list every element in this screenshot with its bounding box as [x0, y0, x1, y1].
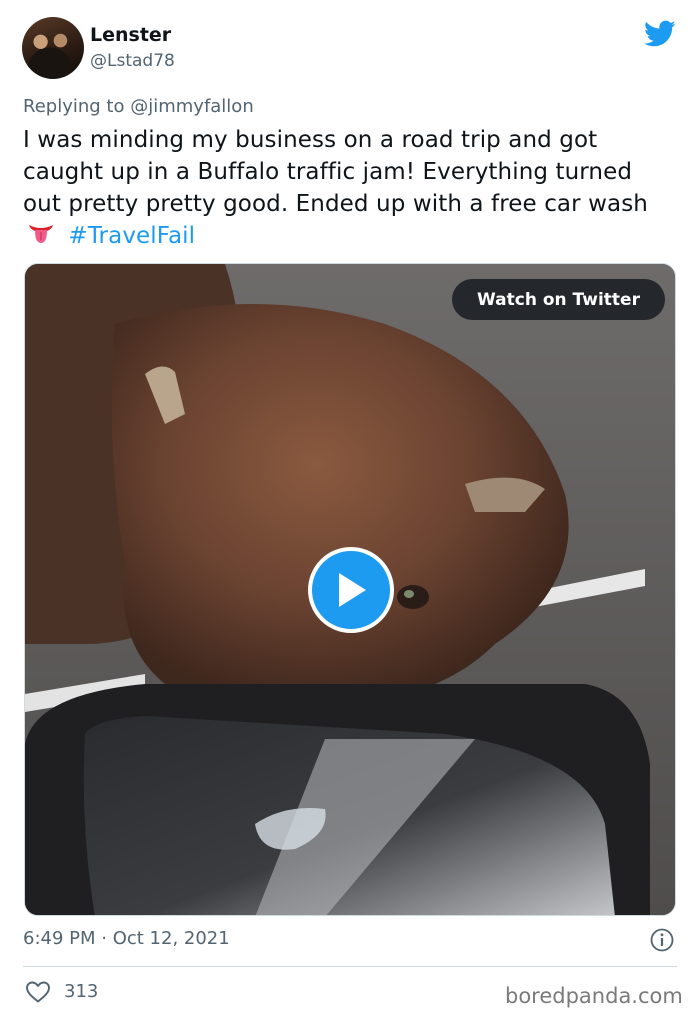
avatar[interactable] — [22, 17, 84, 79]
tongue-emoji-icon — [29, 225, 53, 243]
hashtag-link[interactable]: #TravelFail — [68, 223, 195, 249]
display-name[interactable]: Lenster — [90, 24, 171, 46]
watch-on-twitter-button[interactable]: Watch on Twitter — [452, 279, 665, 320]
tweet-text: I was minding my business on a road trip… — [23, 124, 673, 252]
play-button[interactable] — [308, 547, 394, 633]
like-count: 313 — [64, 981, 99, 1002]
play-icon — [339, 573, 366, 607]
reply-prefix: Replying to — [23, 96, 125, 117]
heart-icon[interactable] — [25, 980, 51, 1004]
divider — [23, 966, 677, 967]
tweet-body: I was minding my business on a road trip… — [23, 127, 648, 217]
tweet-timestamp[interactable]: 6:49 PM · Oct 12, 2021 — [23, 928, 230, 949]
tweet-card: Lenster @Lstad78 Replying to @jimmyfallo… — [0, 0, 700, 1019]
reply-mention-link[interactable]: @jimmyfallon — [130, 96, 254, 117]
user-handle[interactable]: @Lstad78 — [90, 51, 175, 71]
twitter-bird-icon[interactable] — [644, 20, 676, 48]
info-icon[interactable] — [650, 928, 674, 952]
watermark: boredpanda.com — [505, 984, 683, 1008]
reply-context: Replying to @jimmyfallon — [23, 96, 254, 117]
